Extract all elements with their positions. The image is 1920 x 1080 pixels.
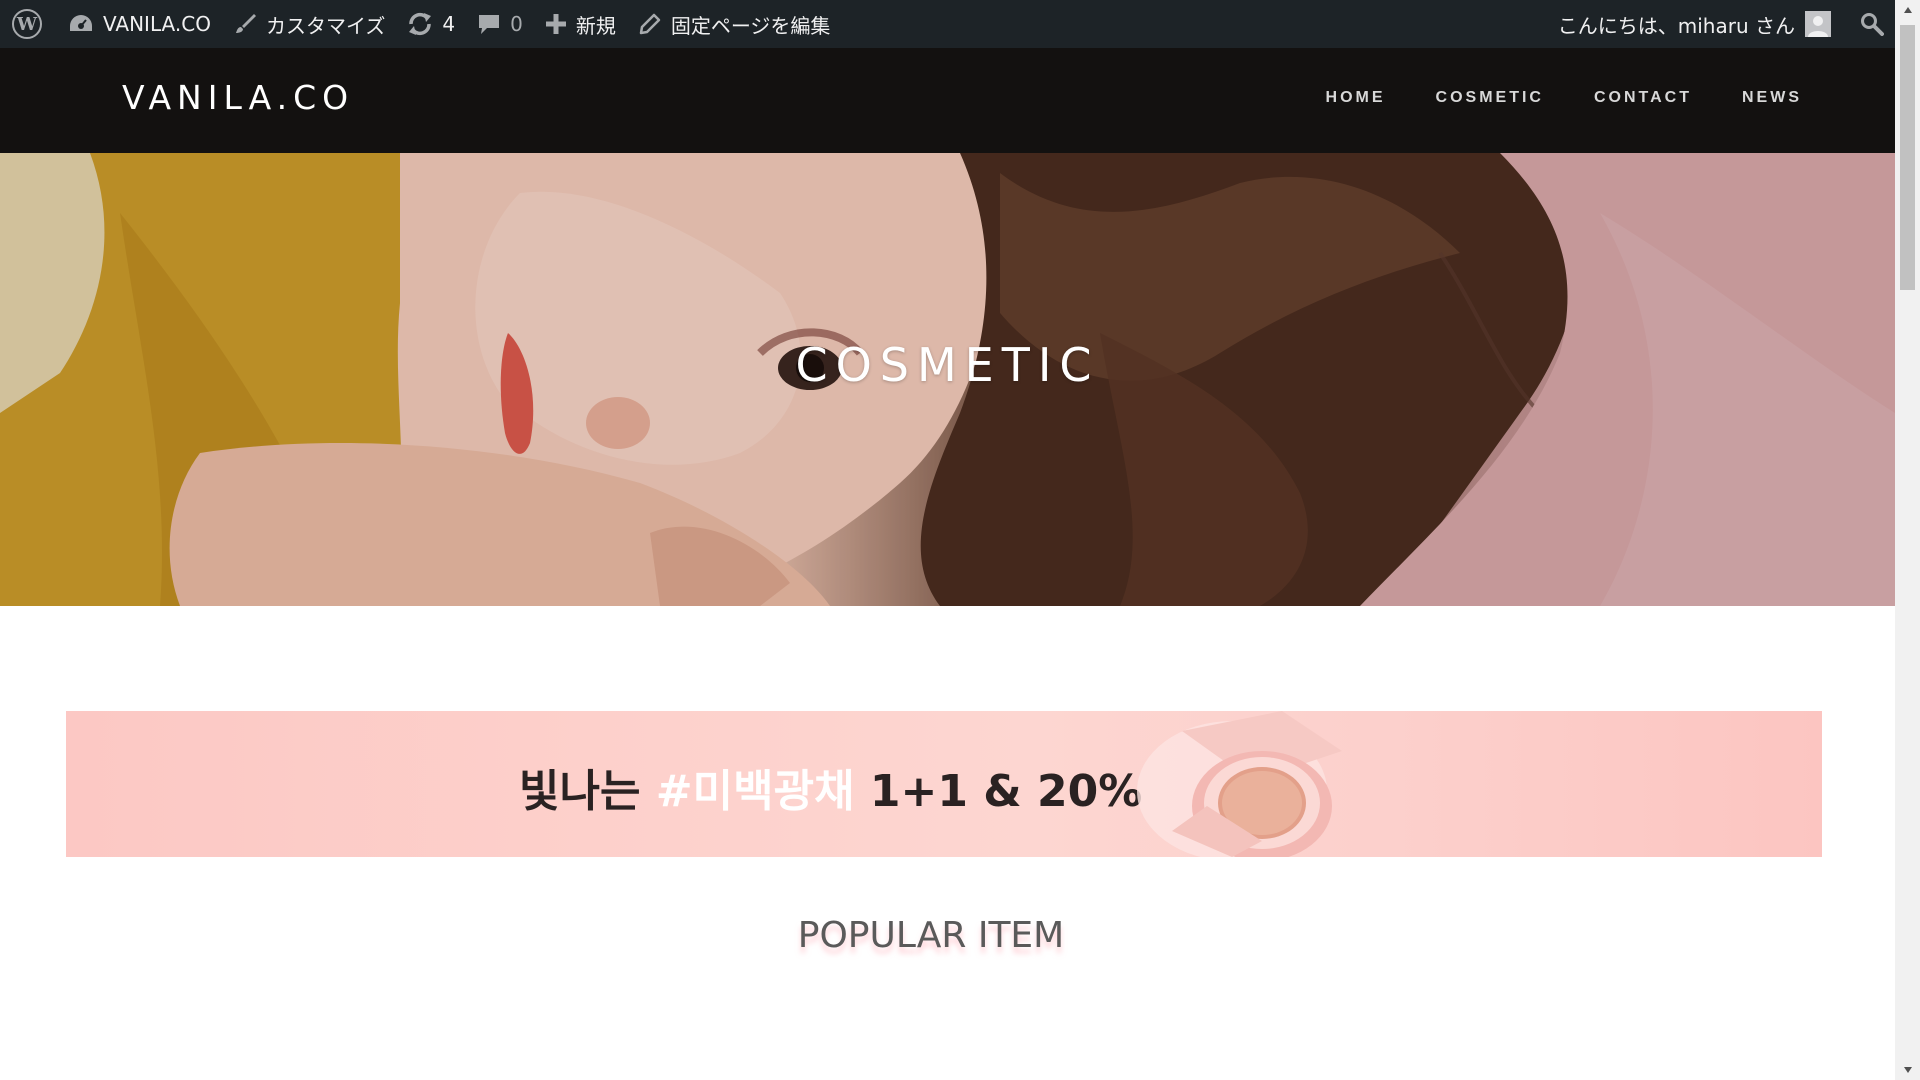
avatar [1805,11,1831,37]
new-label: 新規 [575,13,616,38]
admin-bar-left: W VANILA.CO カスタマイズ 4 0 新規 固定ページを編集 [0,0,841,48]
scroll-down-arrow-icon[interactable] [1895,1060,1920,1080]
nav-item-cosmetic[interactable]: COSMETIC [1436,89,1544,107]
wordpress-logo-icon[interactable]: W [2,0,57,48]
site-title[interactable]: VANILA.CO [122,78,354,117]
cushion-compact-image [1137,711,1342,857]
nav-item-contact[interactable]: CONTACT [1594,89,1692,107]
comment-icon [477,12,501,36]
hero-banner: COSMETIC [0,153,1895,606]
promo-text-after: 1+1 & 20% [854,766,1143,817]
site-name-label: VANILA.CO [103,12,211,36]
promo-highlight: #미백광채 [655,766,855,817]
section-heading: POPULAR ITEM [797,915,1065,956]
customize-menu[interactable]: カスタマイズ [222,0,396,48]
site-name-menu[interactable]: VANILA.CO [57,0,222,48]
main-navigation: HOME COSMETIC CONTACT NEWS [1276,89,1802,107]
promo-banner[interactable]: 빛나는 #미백광채 1+1 & 20% [66,711,1822,857]
svg-text:W: W [16,14,38,35]
hero-title: COSMETIC [795,338,1100,392]
nav-item-news[interactable]: NEWS [1742,89,1802,107]
updates-menu[interactable]: 4 [396,0,466,48]
page-scrollbar[interactable] [1895,0,1920,1080]
nav-item-home[interactable]: HOME [1326,89,1386,107]
scrollbar-thumb[interactable] [1900,25,1915,290]
new-content-menu[interactable]: 新規 [534,0,627,48]
my-account-menu[interactable]: こんにちは、miharu さん [1547,0,1849,48]
comments-menu[interactable]: 0 [466,0,534,48]
updates-count: 4 [442,12,456,36]
customize-label: カスタマイズ [265,13,386,38]
admin-bar-right: こんにちは、miharu さん [1547,0,1920,48]
site-header: VANILA.CO HOME COSMETIC CONTACT NEWS [0,48,1895,153]
dashboard-icon [68,13,94,35]
greeting-label: こんにちは、miharu さん [1557,13,1795,38]
promo-text-before: 빛나는 [519,766,656,817]
scroll-up-arrow-icon[interactable] [1895,0,1920,20]
comments-count: 0 [510,12,523,36]
edit-page-label: 固定ページを編集 [670,13,831,38]
pencil-icon [638,12,662,36]
edit-page-menu[interactable]: 固定ページを編集 [627,0,842,48]
paintbrush-icon [233,12,257,36]
refresh-icon [407,12,433,36]
plus-icon [545,13,567,35]
promo-text: 빛나는 #미백광채 1+1 & 20% [519,755,1142,819]
admin-bar: W VANILA.CO カスタマイズ 4 0 新規 固定ページを編集 こんにちは… [0,0,1920,48]
